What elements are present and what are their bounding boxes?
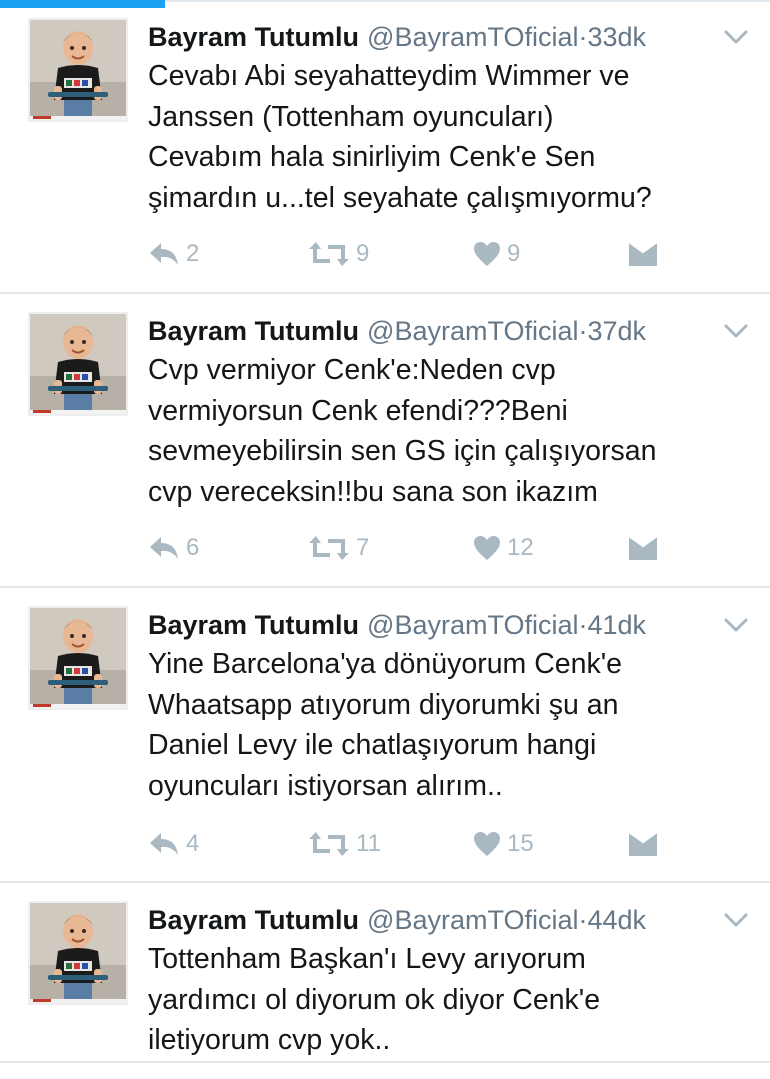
author-handle[interactable]: @BayramTOficial	[367, 316, 578, 346]
retweet-icon	[308, 831, 350, 857]
tweet-text-line: cvp vereceksin!!bu sana son ikazım	[148, 475, 598, 508]
tweet-timestamp[interactable]: 41dk	[587, 610, 646, 640]
tweet-text-line: sevmeyebilirsin sen GS için çalışıyorsan	[148, 435, 657, 467]
tweet-text-line: oyuncuları istiyorsan alırım..	[148, 769, 503, 802]
tweet-header: Bayram Tutumlu @BayramTOficial·41dk	[148, 608, 646, 642]
envelope-icon	[628, 241, 658, 267]
reply-button[interactable]: 2	[148, 234, 199, 274]
author-name[interactable]: Bayram Tutumlu	[148, 610, 359, 640]
author-name[interactable]: Bayram Tutumlu	[148, 22, 359, 52]
tweet-text: Cvp vermiyor Cenk'e:Neden cvp vermiyorsun…	[148, 350, 748, 512]
author-name[interactable]: Bayram Tutumlu	[148, 316, 359, 346]
reply-icon	[148, 241, 180, 267]
envelope-icon	[628, 831, 658, 857]
reply-count: 2	[186, 240, 200, 267]
author-handle[interactable]: @BayramTOficial	[367, 905, 578, 935]
tweet-header: Bayram Tutumlu @BayramTOficial·44dk	[148, 903, 646, 937]
avatar[interactable]	[28, 901, 128, 1005]
tweet-text: Yine Barcelona'ya dönüyorum Cenk'e Whaats…	[148, 644, 748, 806]
tweet[interactable]: Bayram Tutumlu @BayramTOficial·44dk Totte…	[0, 883, 770, 1063]
tweet[interactable]: Bayram Tutumlu @BayramTOficial·37dk Cvp v…	[0, 294, 770, 588]
retweet-count: 7	[356, 534, 370, 561]
heart-icon	[473, 535, 501, 561]
tweet-text-line: Janssen (Tottenham oyuncuları)	[148, 100, 554, 133]
tweet-text-line: Tottenham Başkan'ı Levy arıyorum	[148, 943, 586, 975]
tweet-text-line: Yine Barcelona'ya dönüyorum Cenk'e	[148, 648, 623, 680]
tweet-text-line: vermiyorsun Cenk efendi???Beni	[148, 394, 568, 427]
reply-button[interactable]: 4	[148, 824, 199, 864]
like-button[interactable]: 9	[473, 234, 520, 274]
author-handle[interactable]: @BayramTOficial	[367, 610, 578, 640]
tweet[interactable]: Bayram Tutumlu @BayramTOficial·41dk Yine …	[0, 588, 770, 883]
tweet-text-line: Whaatsapp atıyorum diyorumki şu an	[148, 688, 619, 721]
envelope-icon	[628, 535, 658, 561]
tweet-text-line: şimardın u...tel seyahate çalışmıyormu?	[148, 181, 652, 214]
direct-message-button[interactable]	[628, 528, 658, 568]
tweet-timestamp[interactable]: 33dk	[587, 22, 646, 52]
tweet-actions: 4 11 15	[148, 824, 708, 864]
reply-icon	[148, 535, 180, 561]
heart-icon	[473, 241, 501, 267]
direct-message-button[interactable]	[628, 234, 658, 274]
like-button[interactable]: 12	[473, 528, 534, 568]
tweet-text-line: iletiyorum cvp yok..	[148, 1024, 391, 1056]
retweet-count: 11	[356, 830, 381, 857]
retweet-icon	[308, 535, 350, 561]
retweet-button[interactable]: 9	[308, 234, 369, 274]
tweet-actions: 2 9 9	[148, 234, 708, 274]
author-name[interactable]: Bayram Tutumlu	[148, 905, 359, 935]
tweet-text: Cevabı Abi seyahatteydim Wimmer ve Jansse…	[148, 56, 748, 218]
tweet-text-line: yardımcı ol diyorum ok diyor Cenk'e	[148, 983, 601, 1016]
tweet-timestamp[interactable]: 37dk	[587, 316, 646, 346]
tweet-text-line: Cevabı Abi seyahatteydim Wimmer ve	[148, 60, 630, 92]
retweet-button[interactable]: 11	[308, 824, 381, 864]
chevron-down-icon[interactable]	[722, 26, 750, 48]
retweet-count: 9	[356, 240, 370, 267]
tweet-header: Bayram Tutumlu @BayramTOficial·37dk	[148, 314, 646, 348]
reply-count: 6	[186, 534, 200, 561]
tweet-header: Bayram Tutumlu @BayramTOficial·33dk	[148, 20, 646, 54]
tweet-timestamp[interactable]: 44dk	[587, 905, 646, 935]
tweet-text-line: Daniel Levy ile chatlaşıyorum hangi	[148, 729, 597, 761]
tweet[interactable]: Bayram Tutumlu @BayramTOficial·33dk Cevab…	[0, 0, 770, 294]
chevron-down-icon[interactable]	[722, 320, 750, 342]
retweet-button[interactable]: 7	[308, 528, 369, 568]
retweet-icon	[308, 241, 350, 267]
direct-message-button[interactable]	[628, 824, 658, 864]
reply-button[interactable]: 6	[148, 528, 199, 568]
heart-icon	[473, 831, 501, 857]
like-count: 9	[507, 240, 521, 267]
author-handle[interactable]: @BayramTOficial	[367, 22, 578, 52]
tweet-text-line: Cvp vermiyor Cenk'e:Neden cvp	[148, 354, 556, 386]
reply-count: 4	[186, 830, 200, 857]
reply-icon	[148, 831, 180, 857]
avatar[interactable]	[28, 606, 128, 710]
tweet-actions: 6 7 12	[148, 528, 708, 568]
avatar[interactable]	[28, 18, 128, 122]
like-count: 12	[507, 534, 534, 561]
avatar[interactable]	[28, 312, 128, 416]
like-button[interactable]: 15	[473, 824, 534, 864]
tweet-text: Tottenham Başkan'ı Levy arıyorum yardımcı…	[148, 939, 748, 1061]
tweet-text-line: Cevabım hala sinirliyim Cenk'e Sen	[148, 141, 596, 173]
chevron-down-icon[interactable]	[722, 909, 750, 931]
chevron-down-icon[interactable]	[722, 614, 750, 636]
like-count: 15	[507, 830, 534, 857]
